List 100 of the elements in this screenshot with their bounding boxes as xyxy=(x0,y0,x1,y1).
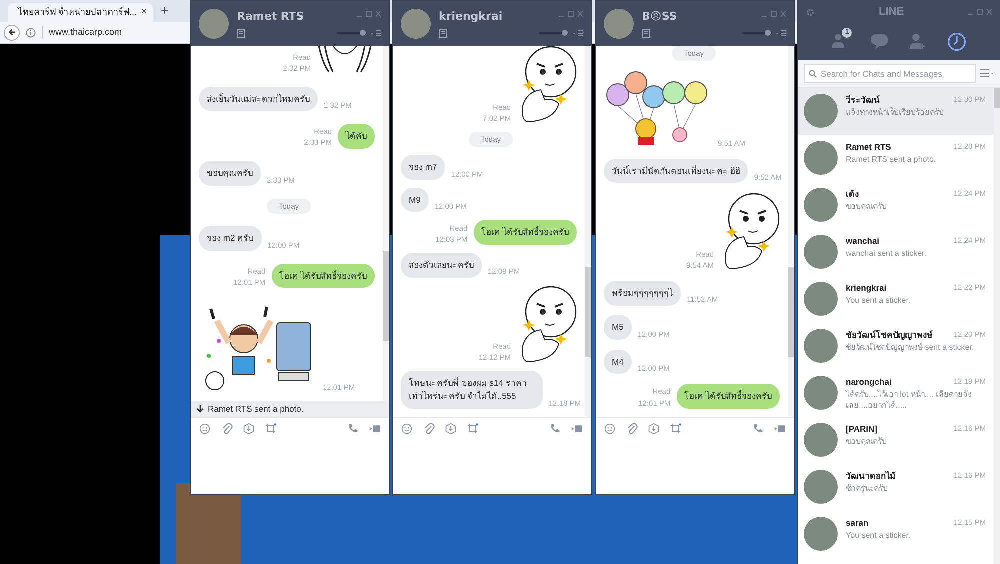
note-icon[interactable] xyxy=(439,29,447,38)
phone-icon[interactable] xyxy=(549,422,561,434)
crop-icon[interactable] xyxy=(265,422,277,434)
message-bubble: ขอบคุณครับ xyxy=(199,161,261,186)
chats-tab[interactable] xyxy=(870,32,890,52)
info-icon[interactable] xyxy=(26,28,36,38)
message-bubble: โทษนะครับพี่ ของผม s14 ราคาเท่าไหร่นะครับ จำไม่ได้..555 xyxy=(401,371,543,409)
browser-tab[interactable]: ไทยคาร์ฟ จำหน่ายปลาคาร์ฟ... × xyxy=(8,3,153,22)
avatar xyxy=(804,376,838,410)
avatar xyxy=(804,141,838,175)
message-preview: ขอบคุณครับ xyxy=(846,200,888,212)
avatar xyxy=(804,329,838,363)
message-preview: You sent a sticker. xyxy=(846,530,912,541)
address-field[interactable]: www.thaicarp.com xyxy=(42,26,122,40)
attachment-icon[interactable] xyxy=(626,422,638,434)
message-preview: ขอบคุณครับ xyxy=(846,436,888,447)
emoticon-icon[interactable] xyxy=(604,422,616,434)
avatar xyxy=(804,423,838,457)
message-bubble: ส่งเย็นวันแม่สะดวกไหมครับ xyxy=(199,86,318,112)
window-controls-icon[interactable] xyxy=(968,8,992,16)
contact-name: Ramet RTS xyxy=(846,141,892,154)
contact-name: วีระวัฒน์ xyxy=(846,94,881,107)
avatar xyxy=(401,8,431,38)
message-bubble: M4 xyxy=(604,350,632,374)
crop-icon[interactable] xyxy=(670,422,682,434)
close-tab-button[interactable]: × xyxy=(141,4,148,21)
download-icon[interactable] xyxy=(243,422,255,434)
menu-icon[interactable] xyxy=(573,30,583,36)
video-call-icon[interactable] xyxy=(369,422,381,434)
message-bubble: โอเค ได้รับสิทธิ์จองครับ xyxy=(676,384,780,409)
message-bubble: M9 xyxy=(401,188,429,212)
message-bubble: ได้คับ xyxy=(338,124,375,149)
contact-name: wanchai xyxy=(846,235,881,248)
scrollbar[interactable] xyxy=(585,46,591,417)
video-call-icon[interactable] xyxy=(571,422,583,434)
message-bubble: จอง m2 ครับ xyxy=(199,226,262,252)
avatar xyxy=(804,282,838,316)
message-preview: ซักครู่นะครับ xyxy=(846,482,889,494)
scrollbar[interactable] xyxy=(788,46,794,417)
menu-icon[interactable] xyxy=(776,30,786,36)
message-bubble: โอเค ได้รับสิทธิ์จองครับ xyxy=(272,264,375,288)
back-button[interactable] xyxy=(4,24,20,40)
message-preview: ได้ครับ....ไว้เอา lot หน้า.... เสียดายจังเลย....อยากได้..... xyxy=(846,388,973,411)
message-preview: ชัยวัฒน์โชคปัญญาพงษ์ sent a sticker. xyxy=(846,342,976,353)
message-preview: wanchai sent a sticker. xyxy=(846,248,928,259)
attachment-icon[interactable] xyxy=(221,422,233,434)
window-controls-icon[interactable] xyxy=(357,10,381,18)
avatar xyxy=(804,235,838,269)
avatar xyxy=(804,517,838,551)
message-bubble: จอง m7 xyxy=(401,155,446,180)
avatar xyxy=(804,470,838,504)
contact-name: kriengkrai xyxy=(846,282,888,295)
message-bubble: โอเค ได้รับสิทธิ์จองครับ xyxy=(474,220,577,246)
contact-name: เด้ง xyxy=(846,188,860,201)
avatar xyxy=(804,188,838,222)
avatar xyxy=(199,8,229,38)
message-bubble: วันนี้เรามีนัดกันตอนเที่ยงนะคะ อิอิ xyxy=(604,158,748,184)
contact-name: B😠SS xyxy=(642,8,678,25)
emoticon-icon[interactable] xyxy=(199,422,211,434)
menu-icon[interactable] xyxy=(371,30,381,36)
download-icon[interactable] xyxy=(445,422,457,434)
message-bubble: M5 xyxy=(604,315,632,340)
new-tab-button[interactable]: + xyxy=(157,0,173,20)
contact-name: Ramet RTS xyxy=(237,8,306,25)
note-icon[interactable] xyxy=(642,29,650,38)
contact-name: narongchai xyxy=(846,376,893,389)
avatar xyxy=(604,8,634,38)
contact-name: วัฒนาดอกไม้ xyxy=(846,470,897,483)
notification-bar[interactable]: Ramet RTS sent a photo. xyxy=(191,401,389,417)
back-arrow-icon xyxy=(8,28,16,37)
window-controls-icon[interactable] xyxy=(762,10,786,18)
message-bubble: สองตัวเลยนะครับ xyxy=(401,252,482,278)
message-preview: Ramet RTS sent a photo. xyxy=(846,154,938,165)
recent-tab[interactable] xyxy=(946,32,967,52)
window-controls-icon[interactable] xyxy=(559,10,583,18)
menu-icon[interactable] xyxy=(980,69,994,78)
message-preview: You sent a sticker. xyxy=(846,294,912,306)
search-icon xyxy=(809,70,817,78)
contact-name: [PARIN] xyxy=(846,423,878,436)
message-bubble: พร้อมๆๆๆๆๆๆๆไ xyxy=(604,280,681,306)
add-friend-tab[interactable] xyxy=(908,32,928,52)
crop-icon[interactable] xyxy=(467,422,479,434)
phone-icon[interactable] xyxy=(752,422,764,434)
emoticon-icon[interactable] xyxy=(401,422,413,434)
scrollbar[interactable] xyxy=(994,88,1000,564)
avatar xyxy=(804,94,838,128)
note-icon[interactable] xyxy=(237,29,245,38)
attachment-icon[interactable] xyxy=(423,422,435,434)
app-title: LINE xyxy=(878,4,906,20)
settings-icon[interactable] xyxy=(806,8,815,16)
contact-name: saran xyxy=(846,517,870,530)
video-call-icon[interactable] xyxy=(774,422,786,434)
download-icon[interactable] xyxy=(648,422,660,434)
contact-name: ชัยวัฒน์โชคปัญญาพงษ์ xyxy=(846,329,934,342)
message-preview: แจ้งทางหน้าเว็บเรียบร้อยครับ xyxy=(846,106,945,118)
phone-icon[interactable] xyxy=(347,422,359,434)
scrollbar[interactable] xyxy=(383,46,389,401)
contact-name: kriengkrai xyxy=(439,8,504,25)
notification-text: Ramet RTS sent a photo. xyxy=(208,402,304,416)
search-field[interactable]: Search for Chats and Messages xyxy=(804,64,976,83)
